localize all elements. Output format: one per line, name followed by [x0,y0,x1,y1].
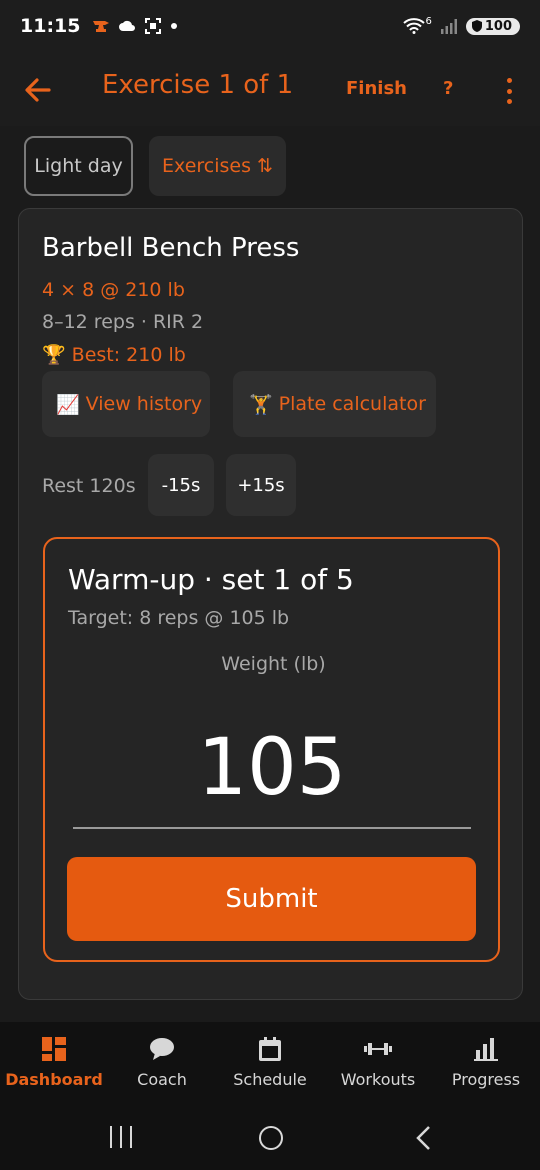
bottom-navigation: Dashboard Coach Schedule Workouts Progre… [0,1022,540,1106]
anvil-icon [93,21,110,32]
weight-input[interactable] [73,709,471,829]
nav-item-coach[interactable]: Coach [108,1022,216,1106]
set-target: Target: 8 reps @ 105 lb [68,607,290,629]
dashboard-icon [42,1037,66,1061]
set-title: Warm-up · set 1 of 5 [68,563,354,596]
network-superscript: 6 [425,15,432,27]
nav-label: Workouts [340,1070,416,1089]
back-arrow-icon[interactable] [22,74,54,106]
nav-label: Coach [137,1070,187,1089]
signal-icon [440,19,457,34]
screenshot-icon [145,18,162,34]
view-history-button[interactable]: 📈 View history [42,371,210,437]
dot-icon [171,23,178,29]
calendar-icon [259,1037,281,1061]
shield-icon [471,20,482,32]
battery-level: 100 [484,18,512,34]
chat-icon [150,1038,174,1060]
status-bar: 11:15 6 100 [0,0,540,52]
app-header: Exercise 1 of 1 Finish ? [0,52,540,126]
plate-calculator-label: Plate calculator [278,393,426,415]
plate-calculator-button[interactable]: 🏋 Plate calculator [233,371,436,437]
view-history-label: View history [85,393,203,415]
system-navigation-bar [0,1106,540,1170]
status-system-icons: 6 100 [403,15,520,35]
recent-apps-icon[interactable] [110,1126,132,1148]
exercise-name: Barbell Bench Press [42,233,300,263]
weight-label: Weight (lb) [221,653,326,675]
nav-item-dashboard[interactable]: Dashboard [0,1022,108,1106]
trophy-icon: 🏆 [42,344,66,366]
help-button[interactable]: ? [443,78,453,99]
status-time: 11:15 [20,15,81,37]
nav-item-progress[interactable]: Progress [432,1022,540,1106]
system-back-icon[interactable] [412,1124,436,1152]
page-title: Exercise 1 of 1 [102,70,294,100]
exercise-rep-range: 8–12 reps · RIR 2 [42,311,204,333]
exercise-best: 🏆 Best: 210 lb [42,343,186,367]
nav-label: Dashboard [5,1070,103,1089]
current-set-panel: Warm-up · set 1 of 5 Target: 8 reps @ 10… [43,537,500,962]
exercise-prescription: 4 × 8 @ 210 lb [42,279,185,301]
nav-item-workouts[interactable]: Workouts [324,1022,432,1106]
weightlifter-icon: 🏋 [249,393,273,416]
best-value: Best: 210 lb [71,343,186,366]
bar-chart-icon [474,1038,498,1061]
exercises-button[interactable]: Exercises ⇅ [149,136,286,196]
home-icon[interactable] [259,1126,283,1150]
exercise-card: Barbell Bench Press 4 × 8 @ 210 lb 8–12 … [18,208,523,1000]
finish-button[interactable]: Finish [346,78,407,99]
light-day-toggle[interactable]: Light day [24,136,133,196]
status-notification-icons [92,17,178,35]
battery-indicator: 100 [465,17,520,35]
nav-item-schedule[interactable]: Schedule [216,1022,324,1106]
wifi-icon [403,18,426,34]
chart-up-icon: 📈 [56,393,80,416]
submit-button[interactable]: Submit [67,857,476,941]
dumbbell-icon [364,1043,392,1055]
nav-label: Progress [451,1070,521,1089]
more-options-icon[interactable] [500,76,518,106]
cloud-icon [119,20,136,31]
main-content: Light day Exercises ⇅ Barbell Bench Pres… [0,126,540,1022]
rest-plus-15s-button[interactable]: +15s [226,454,296,516]
rest-timer-label: Rest 120s [42,475,136,497]
rest-minus-15s-button[interactable]: -15s [148,454,214,516]
nav-label: Schedule [233,1070,307,1089]
